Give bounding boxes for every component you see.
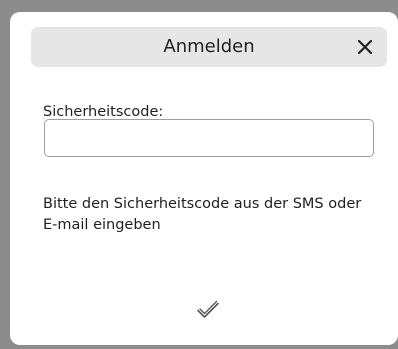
instruction-text: Bitte den Sicherheitscode aus der SMS od… (43, 196, 362, 233)
login-dialog: Anmelden Sicherheitscode: Bitte den Sich… (10, 12, 398, 345)
security-code-input[interactable] (44, 119, 374, 157)
dialog-titlebar: Anmelden (31, 27, 387, 67)
checkmark-icon (197, 300, 219, 318)
dialog-title: Anmelden (163, 36, 255, 57)
confirm-button[interactable] (192, 294, 224, 326)
security-code-label: Sicherheitscode: (43, 104, 164, 120)
close-button[interactable] (349, 31, 381, 63)
close-icon (357, 39, 373, 55)
